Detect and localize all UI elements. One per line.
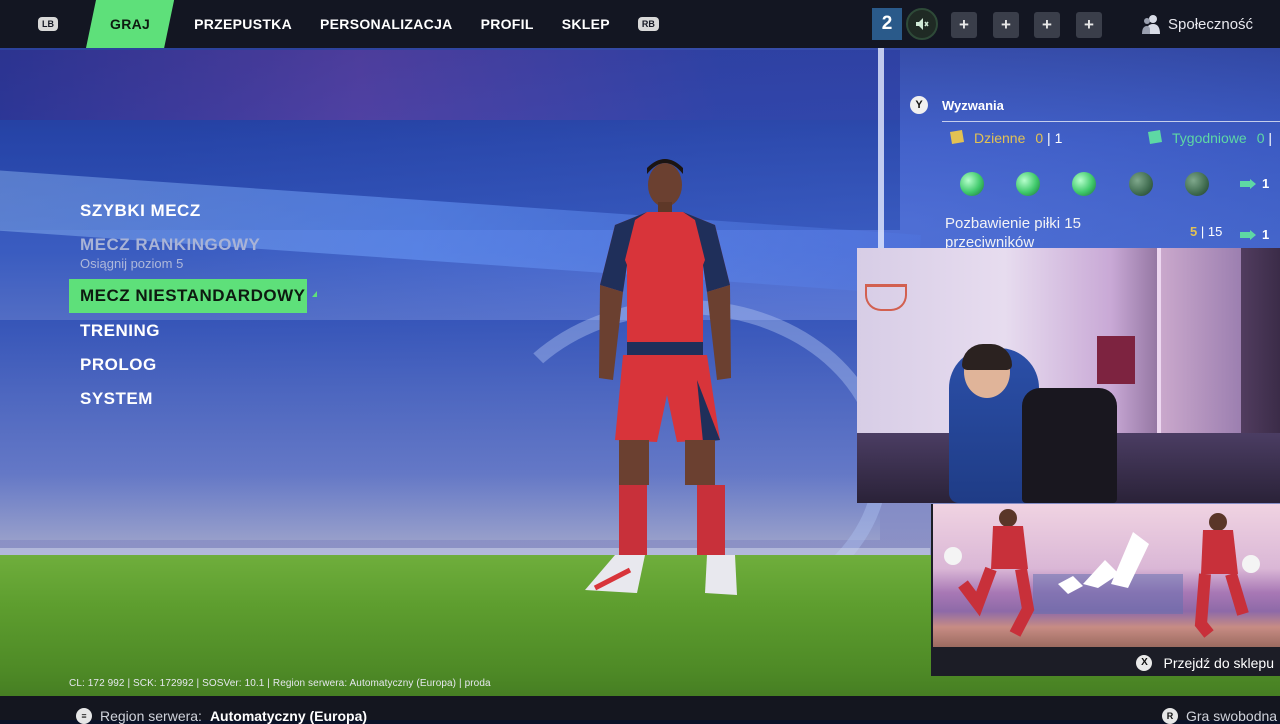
menu-item-requirement: Osiągnij poziom 5	[80, 256, 184, 271]
webcam-door	[1157, 248, 1241, 448]
people-icon	[1142, 15, 1160, 34]
reward-amount: 1	[1262, 176, 1270, 191]
plus-icon: +	[1001, 15, 1011, 34]
progress-orb-icon	[960, 172, 984, 196]
bottom-bar: ≡ Region serwera: Automatyczny (Europa) …	[0, 696, 1280, 724]
player-avatar	[585, 159, 737, 595]
weekly-total: |	[1268, 130, 1273, 146]
webcam-chair	[1022, 388, 1117, 503]
streamer-webcam	[857, 248, 1280, 503]
challenges-panel: Y Wyzwania Dzienne 0 | 1 Tygodniowe 0 | …	[904, 90, 1280, 251]
menu-item-system[interactable]: SYSTEM	[80, 389, 153, 409]
social-label: Społeczność	[1168, 15, 1254, 33]
shop-promo-image	[933, 504, 1280, 647]
selection-accent	[312, 291, 317, 297]
rs-button-icon: R	[1162, 708, 1178, 724]
plus-icon: +	[1042, 15, 1052, 34]
server-region[interactable]: ≡ Region serwera: Automatyczny (Europa)	[76, 708, 367, 724]
free-play-action[interactable]: R Gra swobodna	[1162, 708, 1277, 724]
invite-slot-button[interactable]: +	[951, 12, 977, 38]
party-count-badge: 2	[872, 8, 902, 40]
reward-indicator: 1	[1240, 227, 1269, 242]
weekly-done: 0	[1256, 130, 1265, 146]
challenge-target: 15	[1207, 224, 1223, 239]
lb-button-icon[interactable]: LB	[38, 17, 58, 31]
ticket-icon	[1148, 130, 1162, 144]
go-to-shop-label: Przejdź do sklepu	[1163, 655, 1274, 671]
free-play-label: Gra swobodna	[1186, 708, 1278, 724]
rb-button-icon[interactable]: RB	[637, 17, 659, 31]
tab-sklep[interactable]: SKLEP	[548, 0, 624, 48]
shop-promo-card[interactable]: X Przejdź do sklepu	[931, 504, 1280, 676]
menu-item-prolog[interactable]: PROLOG	[80, 355, 157, 375]
menu-button-icon: ≡	[76, 708, 92, 724]
progress-orb-icon	[1072, 172, 1096, 196]
divider	[942, 121, 1280, 122]
daily-label: Dzienne	[974, 130, 1026, 146]
menu-item-mecz-rankingowy[interactable]: MECZ RANKINGOWY	[80, 235, 260, 255]
progress-orb-icon	[1016, 172, 1040, 196]
webcam-basketball-hoop	[865, 284, 907, 311]
invite-slot-button[interactable]: +	[1034, 12, 1060, 38]
arrow-right-icon	[1240, 178, 1256, 189]
ticket-icon	[950, 130, 964, 144]
challenge-current: 5	[1190, 224, 1198, 239]
social-button[interactable]: Społeczność	[1142, 12, 1253, 36]
weekly-label: Tygodniowe	[1172, 130, 1247, 146]
mute-voice-button[interactable]	[906, 8, 938, 40]
challenges-header[interactable]: Y Wyzwania	[910, 96, 1004, 114]
plus-icon: +	[959, 15, 969, 34]
main-tabs: LB GRAJ PRZEPUSTKA PERSONALIZACJA PROFIL…	[0, 0, 671, 48]
daily-challenges-tab[interactable]: Dzienne 0 | 1	[948, 130, 1062, 146]
daily-done: 0	[1035, 130, 1044, 146]
plus-icon: +	[1084, 15, 1094, 34]
tab-profil[interactable]: PROFIL	[467, 0, 548, 48]
x-button-icon: X	[1136, 655, 1153, 671]
build-info: CL: 172 992 | SCK: 172992 | SOSVer: 10.1…	[69, 678, 491, 689]
arrow-right-icon	[1240, 229, 1256, 240]
tab-przepustka[interactable]: PRZEPUSTKA	[180, 0, 306, 48]
reward-amount: 1	[1262, 227, 1270, 242]
webcam-jersey	[1097, 336, 1135, 384]
tab-graj[interactable]: GRAJ	[86, 0, 174, 48]
challenges-title: Wyzwania	[942, 97, 1004, 113]
tab-personalizacja[interactable]: PERSONALIZACJA	[306, 0, 467, 48]
stadium-stand-upper	[0, 50, 900, 120]
server-region-value: Automatyczny (Europa)	[209, 708, 368, 724]
menu-item-szybki-mecz[interactable]: SZYBKI MECZ	[80, 201, 201, 221]
shop-action[interactable]: X Przejdź do sklepu	[931, 650, 1280, 676]
menu-item-trening[interactable]: TRENING	[80, 321, 160, 341]
y-button-icon: Y	[910, 96, 928, 114]
top-navigation-bar: LB GRAJ PRZEPUSTKA PERSONALIZACJA PROFIL…	[0, 0, 1280, 48]
stadium-pole	[878, 48, 884, 248]
invite-slot-button[interactable]: +	[1076, 12, 1102, 38]
progress-orb-icon	[1185, 172, 1209, 196]
promo-illustration	[944, 509, 1260, 638]
speaker-muted-icon	[916, 18, 929, 30]
reward-indicator: 1	[1240, 176, 1269, 191]
weekly-challenges-tab[interactable]: Tygodniowe 0 |	[1146, 130, 1272, 146]
daily-total: 1	[1054, 130, 1063, 146]
progress-orb-icon	[1129, 172, 1153, 196]
challenge-description: Pozbawienie piłki 15 przeciwników	[945, 215, 1081, 251]
invite-slot-button[interactable]: +	[993, 12, 1019, 38]
server-region-label: Region serwera:	[100, 708, 202, 724]
challenge-progress: 5 | 15	[1190, 224, 1223, 239]
menu-item-mecz-niestandardowy[interactable]: MECZ NIESTANDARDOWY	[69, 279, 307, 313]
